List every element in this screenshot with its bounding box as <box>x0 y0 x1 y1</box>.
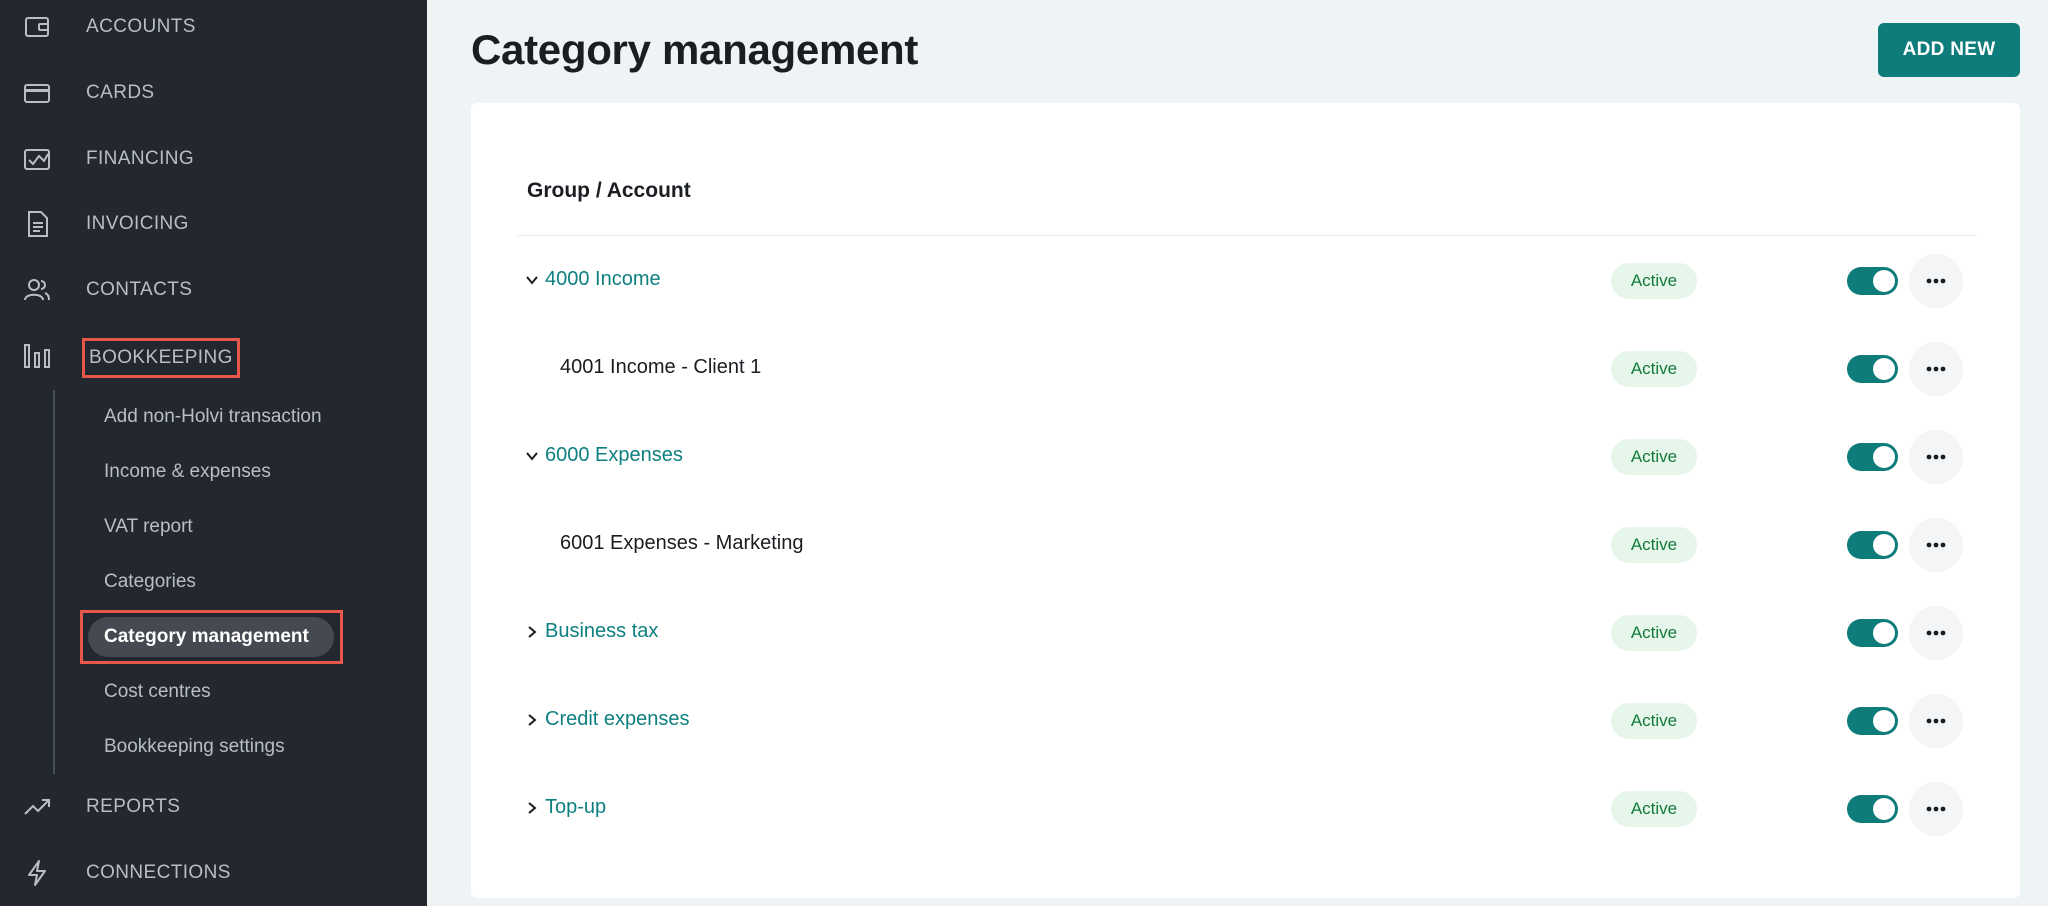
table-row: 6001 Expenses - Marketing Active <box>471 514 2020 574</box>
nav-item-invoicing[interactable]: INVOICING <box>0 199 427 249</box>
subnav-add-non-holvi-transaction[interactable]: Add non-Holvi transaction <box>104 406 322 428</box>
chevron-down-icon[interactable] <box>521 445 543 467</box>
more-options-button[interactable] <box>1909 254 1963 308</box>
chevron-down-icon[interactable] <box>521 269 543 291</box>
add-new-button[interactable]: ADD NEW <box>1878 23 2020 77</box>
ellipsis-icon <box>1926 542 1946 548</box>
status-badge: Active <box>1611 791 1697 827</box>
toggle-knob <box>1873 622 1895 644</box>
more-options-button[interactable] <box>1909 342 1963 396</box>
active-toggle[interactable] <box>1847 443 1898 471</box>
status-badge: Active <box>1611 439 1697 475</box>
chevron-right-icon[interactable] <box>521 621 543 643</box>
group-label[interactable]: Top-up <box>545 796 606 819</box>
table-row: Top-up Active <box>471 778 2020 838</box>
chevron-right-icon[interactable] <box>521 709 543 731</box>
active-toggle[interactable] <box>1847 707 1898 735</box>
trend-up-icon <box>22 792 52 822</box>
nav-item-reports[interactable]: REPORTS <box>0 782 427 832</box>
ellipsis-icon <box>1926 278 1946 284</box>
nav-label: CONNECTIONS <box>86 862 231 883</box>
sidebar: ACCOUNTS CARDS FINANCING INVOICING CONTA… <box>0 0 427 906</box>
nav-label: CARDS <box>86 82 155 103</box>
active-toggle[interactable] <box>1847 619 1898 647</box>
active-toggle[interactable] <box>1847 267 1898 295</box>
nav-item-connections[interactable]: CONNECTIONS <box>0 848 427 898</box>
lightning-icon <box>22 858 52 888</box>
ellipsis-icon <box>1926 366 1946 372</box>
toggle-knob <box>1873 534 1895 556</box>
column-header-group-account: Group / Account <box>527 179 691 202</box>
toggle-knob <box>1873 270 1895 292</box>
document-icon <box>22 209 52 239</box>
table-row: Business tax Active <box>471 602 2020 662</box>
chevron-right-icon[interactable] <box>521 797 543 819</box>
group-label[interactable]: Business tax <box>545 620 658 643</box>
group-label[interactable]: Credit expenses <box>545 708 690 731</box>
more-options-button[interactable] <box>1909 430 1963 484</box>
ellipsis-icon <box>1926 630 1946 636</box>
subnav-bookkeeping-settings[interactable]: Bookkeeping settings <box>104 736 285 758</box>
header-divider <box>517 235 1977 236</box>
account-label: 6001 Expenses - Marketing <box>560 532 804 554</box>
nav-item-accounts[interactable]: ACCOUNTS <box>0 2 427 52</box>
active-toggle[interactable] <box>1847 795 1898 823</box>
more-options-button[interactable] <box>1909 606 1963 660</box>
subnav-cost-centres[interactable]: Cost centres <box>104 681 211 703</box>
toggle-knob <box>1873 446 1895 468</box>
bar-chart-icon <box>22 341 52 371</box>
toggle-knob <box>1873 798 1895 820</box>
nav-label: INVOICING <box>86 213 189 234</box>
status-badge: Active <box>1611 351 1697 387</box>
ellipsis-icon <box>1926 806 1946 812</box>
submenu-rule <box>53 390 55 774</box>
subnav-income-expenses[interactable]: Income & expenses <box>104 461 271 483</box>
status-badge: Active <box>1611 703 1697 739</box>
toggle-knob <box>1873 710 1895 732</box>
nav-label: CONTACTS <box>86 279 193 300</box>
nav-label: REPORTS <box>86 796 181 817</box>
nav-item-cards[interactable]: CARDS <box>0 68 427 118</box>
more-options-button[interactable] <box>1909 694 1963 748</box>
ellipsis-icon <box>1926 718 1946 724</box>
category-table-card: Group / Account 4000 Income Active 4001 … <box>471 103 2020 898</box>
table-row: 4000 Income Active <box>471 250 2020 310</box>
table-row: Credit expenses Active <box>471 690 2020 750</box>
credit-card-icon <box>22 78 52 108</box>
account-label: 4001 Income - Client 1 <box>560 356 762 378</box>
active-toggle[interactable] <box>1847 531 1898 559</box>
more-options-button[interactable] <box>1909 782 1963 836</box>
wallet-icon <box>22 12 52 42</box>
nav-label: FINANCING <box>86 148 195 169</box>
people-icon <box>22 275 52 305</box>
nav-label: ACCOUNTS <box>86 16 196 37</box>
nav-item-financing[interactable]: FINANCING <box>0 134 427 184</box>
subnav-vat-report[interactable]: VAT report <box>104 516 193 538</box>
ellipsis-icon <box>1926 454 1946 460</box>
nav-item-contacts[interactable]: CONTACTS <box>0 265 427 315</box>
nav-item-bookkeeping[interactable]: BOOKKEEPING <box>0 331 427 381</box>
table-row: 4001 Income - Client 1 Active <box>471 338 2020 398</box>
subnav-categories[interactable]: Categories <box>104 571 196 593</box>
toggle-knob <box>1873 358 1895 380</box>
nav-label: BOOKKEEPING <box>82 338 240 378</box>
group-label[interactable]: 4000 Income <box>545 268 661 291</box>
subnav-category-management[interactable]: Category management <box>104 626 309 648</box>
active-toggle[interactable] <box>1847 355 1898 383</box>
more-options-button[interactable] <box>1909 518 1963 572</box>
page-title: Category management <box>471 26 919 73</box>
table-row: 6000 Expenses Active <box>471 426 2020 486</box>
financing-icon <box>22 144 52 174</box>
status-badge: Active <box>1611 615 1697 651</box>
group-label[interactable]: 6000 Expenses <box>545 444 683 467</box>
status-badge: Active <box>1611 527 1697 563</box>
status-badge: Active <box>1611 263 1697 299</box>
